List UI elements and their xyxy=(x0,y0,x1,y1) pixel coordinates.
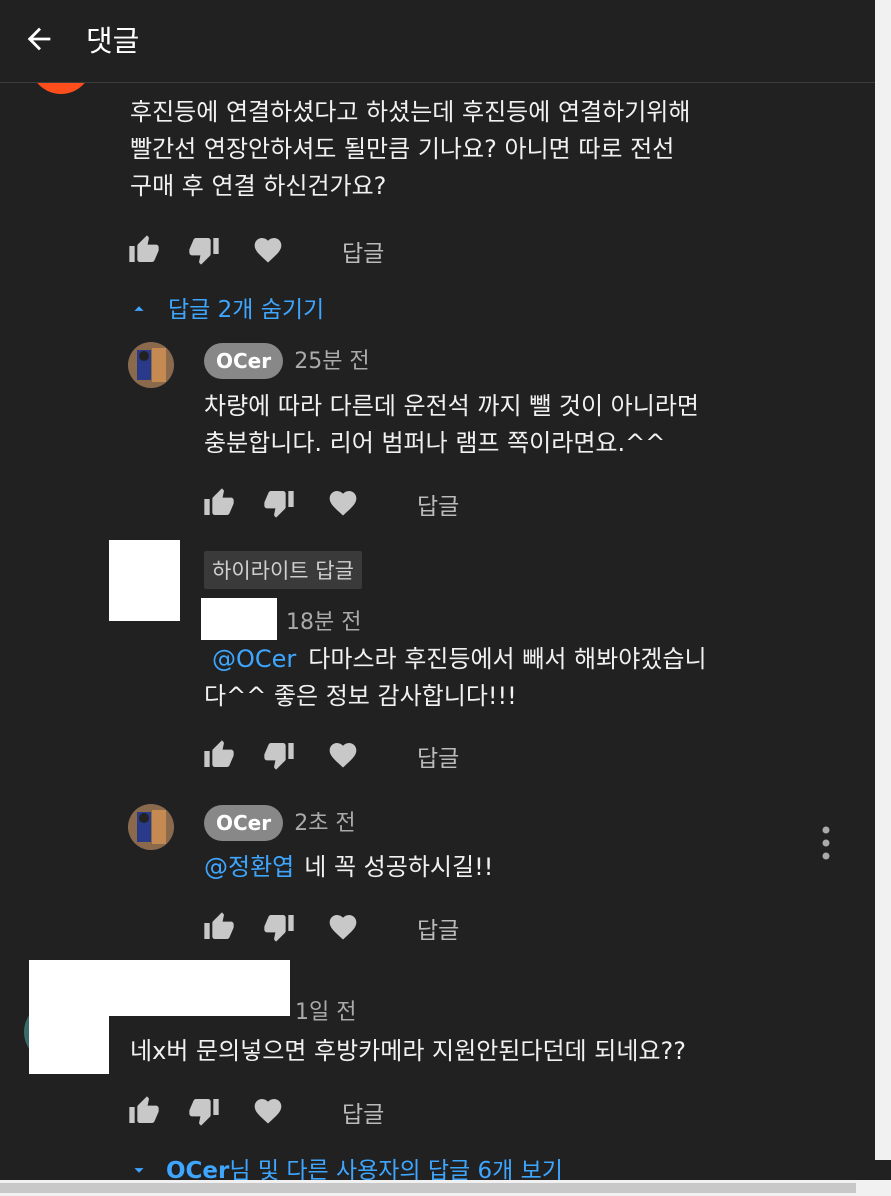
caret-down-icon xyxy=(134,1168,144,1173)
thumbs-down-icon[interactable] xyxy=(188,1095,220,1127)
reply-text: @OCer 다마스라 후진등에서 빼서 해봐야겠습니 다^^ 좋은 정보 감사합니… xyxy=(204,641,824,715)
heart-icon[interactable] xyxy=(327,911,359,943)
reply-line: 차량에 따라 다른데 운전석 까지 뺄 것이 아니라면 xyxy=(204,392,700,420)
reply-button[interactable]: 답글 xyxy=(417,487,459,521)
arrow-left-icon[interactable] xyxy=(22,22,56,56)
reply-button[interactable]: 답글 xyxy=(417,911,459,945)
comment-line: 빨간선 연장안하셔도 될만큼 기나요? 아니면 따로 전선 xyxy=(130,135,675,163)
reply-avatar[interactable] xyxy=(128,804,174,850)
heart-icon[interactable] xyxy=(252,1095,284,1127)
heart-icon[interactable] xyxy=(327,487,359,519)
comment-line: 후진등에 연결하셨다고 하셨는데 후진등에 연결하기위해 xyxy=(130,98,691,126)
vertical-scrollbar[interactable] xyxy=(875,0,891,1160)
avatar-image xyxy=(128,804,174,850)
redacted-avatar xyxy=(29,960,109,1074)
thumbs-up-icon[interactable] xyxy=(203,739,235,771)
reply-actions: 답글 xyxy=(203,911,503,947)
comment-line: 구매 후 연결 하신건가요? xyxy=(130,172,387,200)
reply-line: @OCer 다마스라 후진등에서 빼서 해봐야겠습니 xyxy=(212,645,707,673)
redacted-author-name xyxy=(109,960,290,1016)
thumbs-up-icon[interactable] xyxy=(128,234,160,266)
mention-link[interactable]: @OCer xyxy=(212,645,296,673)
reply-text: 차량에 따라 다른데 운전석 까지 뺄 것이 아니라면 충분합니다. 리어 범퍼… xyxy=(204,388,824,462)
highlight-reply-badge: 하이라이트 답글 xyxy=(204,551,362,589)
mention-link[interactable]: @정환엽 xyxy=(204,853,294,881)
reply-button[interactable]: 답글 xyxy=(342,234,384,268)
reply-time[interactable]: 18분 전 xyxy=(286,604,361,636)
redacted-avatar xyxy=(109,540,180,621)
reply-button[interactable]: 답글 xyxy=(417,739,459,773)
reply-time[interactable]: 25분 전 xyxy=(294,349,369,374)
thumbs-up-icon[interactable] xyxy=(203,911,235,943)
thumbs-down-icon[interactable] xyxy=(263,739,295,771)
thumbs-down-icon[interactable] xyxy=(263,487,295,519)
horizontal-scrollbar-thumb[interactable] xyxy=(0,1183,856,1193)
thumbs-up-icon[interactable] xyxy=(203,487,235,519)
reply-line: 다^^ 좋은 정보 감사합니다!!! xyxy=(204,682,517,710)
avatar-image xyxy=(128,342,174,388)
reply-button[interactable]: 답글 xyxy=(342,1095,384,1129)
thumbs-down-icon[interactable] xyxy=(263,911,295,943)
reply-header: OCer 25분 전 xyxy=(204,343,370,379)
reply-line: 충분합니다. 리어 범퍼나 램프 쪽이라면요.^^ xyxy=(204,429,666,457)
hide-replies-button[interactable]: 답글 2개 숨기기 xyxy=(128,290,324,324)
heart-icon[interactable] xyxy=(327,739,359,771)
thumbs-down-icon[interactable] xyxy=(188,234,220,266)
reply-header: OCer 2초 전 xyxy=(204,805,356,841)
top-bar: 댓글 xyxy=(0,0,875,83)
comment-text: 후진등에 연결하셨다고 하셨는데 후진등에 연결하기위해 빨간선 연장안하셔도 … xyxy=(130,94,830,205)
page-title: 댓글 xyxy=(86,24,140,58)
caret-up-icon xyxy=(134,306,144,311)
comment-actions: 답글 xyxy=(128,1095,428,1131)
more-vert-icon[interactable] xyxy=(818,826,834,862)
thumbs-up-icon[interactable] xyxy=(128,1095,160,1127)
author-badge[interactable]: OCer xyxy=(204,343,284,379)
comment-actions: 답글 xyxy=(128,234,428,270)
comment-text: 네x버 문의넣으면 후방카메라 지원안된다던데 되네요?? xyxy=(130,1037,686,1065)
reply-actions: 답글 xyxy=(203,487,503,523)
reply-avatar[interactable] xyxy=(128,342,174,388)
reply-text: @정환엽 네 꼭 성공하시길!! xyxy=(204,853,494,881)
redacted-author-name xyxy=(201,598,277,640)
heart-icon[interactable] xyxy=(252,234,284,266)
author-badge[interactable]: OCer xyxy=(204,805,284,841)
comment-time[interactable]: 1일 전 xyxy=(295,994,356,1026)
reply-time[interactable]: 2초 전 xyxy=(294,811,355,836)
hide-replies-label: 답글 2개 숨기기 xyxy=(168,297,325,323)
reply-actions: 답글 xyxy=(203,739,503,775)
